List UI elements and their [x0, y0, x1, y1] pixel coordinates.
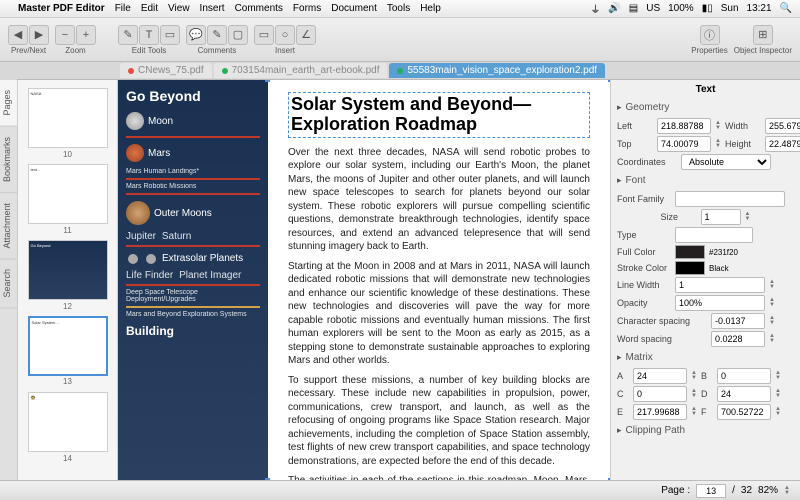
stepper-icon[interactable]: ▲▼: [715, 139, 721, 149]
close-tab-icon[interactable]: [128, 68, 134, 74]
zoom-value: 82%: [758, 485, 778, 496]
matrix-c-input[interactable]: [633, 386, 687, 402]
page-number-input[interactable]: [696, 484, 726, 498]
thumbnail-panel: NASA10 text...11 Go Beyond12 Solar Syste…: [18, 80, 118, 480]
page-right-content[interactable]: Solar System and Beyond— Exploration Roa…: [268, 80, 610, 480]
properties-button[interactable]: ⓘProperties: [691, 25, 727, 55]
thumb-13[interactable]: Solar System…13: [28, 316, 108, 376]
edit-tools[interactable]: ✎T▭Edit Tools: [118, 25, 180, 55]
thumb-14[interactable]: 🧑‍🚀14: [28, 392, 108, 452]
matrix-b-input[interactable]: [717, 368, 771, 384]
thumb-12[interactable]: Go Beyond12: [28, 240, 108, 300]
char-spacing-input[interactable]: [711, 313, 765, 329]
planet-imager-icon: [146, 254, 156, 264]
main-area: Pages Bookmarks Attachment Search NASA10…: [0, 80, 800, 480]
matrix-f-input[interactable]: [717, 404, 771, 420]
fill-color-swatch[interactable]: [675, 245, 705, 259]
prev-next-buttons[interactable]: ◀▶Prev/Next: [8, 25, 49, 55]
menu-forms[interactable]: Forms: [293, 3, 321, 14]
geom-top-input[interactable]: [657, 136, 711, 152]
tab-space-exploration[interactable]: 55583main_vision_space_exploration2.pdf: [389, 63, 605, 78]
comments-tools[interactable]: 💬✎▢Comments: [186, 25, 248, 55]
close-tab-icon[interactable]: [222, 68, 228, 74]
sidetab-pages[interactable]: Pages: [0, 80, 17, 127]
inspector-title: Text: [617, 84, 794, 95]
tab-earth-art[interactable]: 703154main_earth_art-ebook.pdf: [214, 63, 388, 78]
menu-document[interactable]: Document: [331, 3, 377, 14]
font-family-select[interactable]: ArialNarrow-Bold: [675, 191, 785, 207]
word-spacing-input[interactable]: [711, 331, 765, 347]
jupiter-icon: [126, 201, 150, 225]
inspector-panel: Text ▸ Geometry Left▲▼Width▲▼ Top▲▼Heigh…: [610, 80, 800, 480]
clock-time: 13:21: [747, 3, 772, 14]
zoom-stepper[interactable]: ▲▼: [784, 486, 790, 496]
thumb-10[interactable]: NASA10: [28, 88, 108, 148]
wifi-icon[interactable]: ⏚: [590, 1, 600, 16]
geom-width-input[interactable]: [765, 118, 800, 134]
stroke-color-swatch[interactable]: [675, 261, 705, 275]
matrix-a-input[interactable]: [633, 368, 687, 384]
close-tab-icon[interactable]: [397, 68, 403, 74]
sidebar-tabs: Pages Bookmarks Attachment Search: [0, 80, 18, 480]
geom-left-input[interactable]: [657, 118, 711, 134]
page-total: 32: [741, 485, 752, 496]
app-name[interactable]: Master PDF Editor: [18, 3, 105, 14]
spotlight-icon[interactable]: 🔍: [780, 3, 792, 14]
section-matrix[interactable]: ▸ Matrix: [617, 349, 794, 366]
stepper-icon[interactable]: ▲▼: [769, 298, 775, 308]
page-label: Page :: [661, 485, 690, 496]
selected-text-object[interactable]: Solar System and Beyond— Exploration Roa…: [288, 92, 590, 138]
life-finder-icon: [128, 254, 138, 264]
go-beyond-title: Go Beyond: [126, 88, 260, 104]
tab-cnews[interactable]: CNews_75.pdf: [120, 63, 212, 78]
clock-day: Sun: [721, 3, 739, 14]
sidetab-bookmarks[interactable]: Bookmarks: [0, 127, 17, 193]
app-toolbar: ◀▶Prev/Next −+Zoom ✎T▭Edit Tools 💬✎▢Comm…: [0, 18, 800, 62]
line-width-input[interactable]: [675, 277, 765, 293]
menu-help[interactable]: Help: [420, 3, 441, 14]
article-title-line1: Solar System and Beyond—: [291, 95, 587, 115]
thumb-11[interactable]: text...11: [28, 164, 108, 224]
menu-comments[interactable]: Comments: [235, 3, 283, 14]
mars-icon: [126, 144, 144, 162]
battery-pct: 100%: [668, 3, 694, 14]
coords-select[interactable]: Absolute: [681, 154, 771, 170]
object-inspector-button[interactable]: ⊞Object Inspector: [734, 25, 792, 55]
sidetab-search[interactable]: Search: [0, 259, 17, 309]
flag-icon[interactable]: ▤: [629, 3, 638, 14]
moon-icon: [126, 112, 144, 130]
stepper-icon[interactable]: ▲▼: [745, 212, 751, 222]
page-left-graphic: Go Beyond Moon Mars Mars Human Landings*…: [118, 80, 268, 480]
input-lang[interactable]: US: [646, 3, 660, 14]
document-canvas[interactable]: Go Beyond Moon Mars Mars Human Landings*…: [118, 80, 610, 480]
font-size-input[interactable]: [701, 209, 741, 225]
article-title-line2: Exploration Roadmap: [291, 115, 587, 135]
battery-icon[interactable]: ▮▯: [702, 3, 713, 14]
menu-view[interactable]: View: [168, 3, 190, 14]
insert-tools[interactable]: ▭○∠Insert: [254, 25, 316, 55]
matrix-d-input[interactable]: [717, 386, 771, 402]
menu-file[interactable]: File: [115, 3, 131, 14]
sidetab-attachment[interactable]: Attachment: [0, 193, 17, 260]
section-font[interactable]: ▸ Font: [617, 172, 794, 189]
geom-height-input[interactable]: [765, 136, 800, 152]
macos-menubar: Master PDF Editor File Edit View Insert …: [0, 0, 800, 18]
section-clipping[interactable]: ▸ Clipping Path: [617, 422, 794, 439]
section-geometry[interactable]: ▸ Geometry: [617, 99, 794, 116]
font-type-select[interactable]: Full text: [675, 227, 753, 243]
opacity-input[interactable]: [675, 295, 765, 311]
zoom-buttons[interactable]: −+Zoom: [55, 25, 96, 55]
menu-edit[interactable]: Edit: [141, 3, 158, 14]
menu-insert[interactable]: Insert: [200, 3, 225, 14]
volume-icon[interactable]: 🔊: [608, 3, 620, 14]
article-body: Over the next three decades, NASA will s…: [288, 146, 590, 480]
stepper-icon[interactable]: ▲▼: [769, 280, 775, 290]
stepper-icon[interactable]: ▲▼: [715, 121, 721, 131]
stepper-icon[interactable]: ▲▼: [769, 334, 775, 344]
menu-tools[interactable]: Tools: [387, 3, 410, 14]
stepper-icon[interactable]: ▲▼: [769, 316, 775, 326]
status-bar: Page : / 32 82% ▲▼: [0, 480, 800, 500]
matrix-e-input[interactable]: [633, 404, 687, 420]
document-tabbar: CNews_75.pdf 703154main_earth_art-ebook.…: [0, 62, 800, 80]
